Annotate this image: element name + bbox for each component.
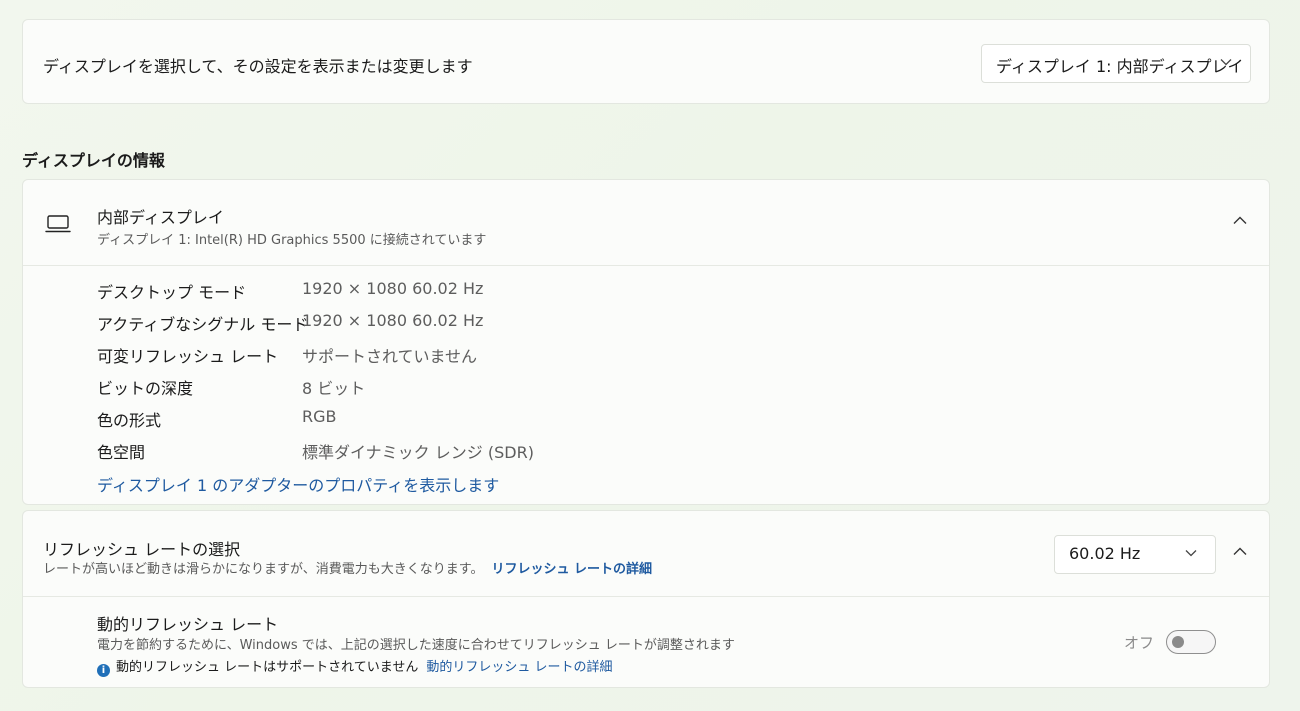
display-select-label: ディスプレイを選択して、その設定を表示または変更します: [43, 57, 473, 76]
refresh-rate-value: 60.02 Hz: [1069, 544, 1141, 563]
dynamic-refresh-toggle[interactable]: [1166, 630, 1216, 654]
refresh-rate-header: リフレッシュ レートの選択 レートが高いほど動きは滑らかになりますが、消費電力も…: [23, 511, 1269, 597]
info-key: アクティブなシグナル モード: [97, 315, 309, 334]
display-info-header[interactable]: 内部ディスプレイ ディスプレイ 1: Intel(R) HD Graphics …: [23, 180, 1269, 266]
info-key: 可変リフレッシュ レート: [97, 347, 279, 366]
info-key: 色の形式: [97, 411, 162, 430]
display-dropdown-value: ディスプレイ 1: 内部ディスプレイ: [996, 57, 1244, 76]
info-value: 1920 × 1080 60.02 Hz: [302, 311, 484, 330]
display-info-subtitle: ディスプレイ 1: Intel(R) HD Graphics 5500 に接続さ…: [97, 233, 487, 248]
info-value: サポートされていません: [302, 347, 478, 366]
chevron-up-icon[interactable]: [1233, 547, 1247, 556]
info-icon: i: [97, 664, 110, 677]
toggle-knob: [1172, 636, 1184, 648]
dynamic-refresh-details-link[interactable]: 動的リフレッシュ レートの詳細: [426, 660, 612, 675]
adapter-properties-link[interactable]: ディスプレイ 1 のアダプターのプロパティを表示します: [97, 472, 499, 496]
dynamic-refresh-title: 動的リフレッシュ レート: [97, 615, 279, 634]
info-value: 標準ダイナミック レンジ (SDR): [302, 443, 534, 462]
laptop-icon: [45, 215, 71, 233]
section-heading-display-info: ディスプレイの情報: [22, 151, 165, 170]
display-dropdown[interactable]: ディスプレイ 1: 内部ディスプレイ: [981, 44, 1251, 83]
dynamic-refresh-note: i 動的リフレッシュ レートはサポートされていません 動的リフレッシュ レートの詳細: [97, 656, 613, 677]
chevron-up-icon[interactable]: [1233, 216, 1247, 225]
dynamic-refresh-subtitle: 電力を節約するために、Windows では、上記の選択した速度に合わせてリフレッ…: [97, 638, 735, 653]
info-key: デスクトップ モード: [97, 283, 247, 302]
display-info-title: 内部ディスプレイ: [97, 208, 224, 227]
info-key: 色空間: [97, 443, 146, 462]
refresh-rate-subtitle: レートが高いほど動きは滑らかになりますが、消費電力も大きくなります。 リフレッシュ…: [43, 558, 652, 577]
refresh-rate-description: レートが高いほど動きは滑らかになりますが、消費電力も大きくなります。: [43, 562, 484, 577]
dynamic-refresh-unsupported-text: 動的リフレッシュ レートはサポートされていません: [116, 660, 419, 675]
display-select-card: ディスプレイを選択して、その設定を表示または変更します ディスプレイ 1: 内部…: [22, 19, 1270, 104]
chevron-down-icon: [1185, 550, 1197, 557]
info-value: 8 ビット: [302, 379, 366, 398]
display-info-card: 内部ディスプレイ ディスプレイ 1: Intel(R) HD Graphics …: [22, 179, 1270, 505]
toggle-state-label: オフ: [1124, 634, 1155, 652]
refresh-rate-details-link[interactable]: リフレッシュ レートの詳細: [491, 562, 652, 577]
chevron-down-icon: [1220, 59, 1232, 66]
refresh-rate-dropdown[interactable]: 60.02 Hz: [1054, 535, 1216, 574]
info-key: ビットの深度: [97, 379, 194, 398]
info-value: 1920 × 1080 60.02 Hz: [302, 279, 484, 298]
refresh-rate-title: リフレッシュ レートの選択: [43, 540, 241, 559]
info-value: RGB: [302, 407, 337, 426]
refresh-rate-card: リフレッシュ レートの選択 レートが高いほど動きは滑らかになりますが、消費電力も…: [22, 510, 1270, 688]
